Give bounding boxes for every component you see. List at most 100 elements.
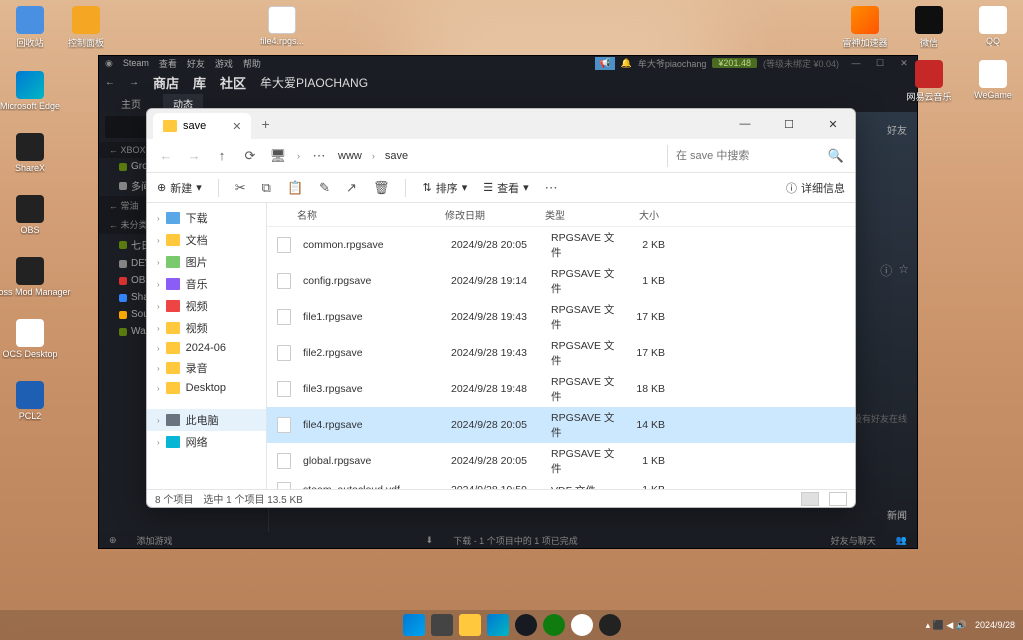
- search-icon[interactable]: 🔍: [827, 148, 845, 164]
- breadcrumb-www[interactable]: www: [338, 150, 362, 162]
- steam-user-badge[interactable]: 📢 🔔 牟大爷piaochang ¥201.48 (等级未绑定 ¥0.04): [595, 57, 839, 70]
- breadcrumb-save[interactable]: save: [385, 150, 408, 162]
- col-type[interactable]: 类型: [537, 207, 617, 222]
- info-icon[interactable]: ⓘ: [880, 262, 892, 279]
- maximize-button[interactable]: ☐: [873, 58, 887, 69]
- desktop-icon[interactable]: 网易云音乐: [907, 60, 951, 103]
- file-row[interactable]: file3.rpgsave2024/9/28 19:48RPGSAVE 文件18…: [267, 371, 855, 407]
- new-button[interactable]: ⊕新建▾: [157, 180, 202, 196]
- taskbar-xbox[interactable]: [543, 614, 565, 636]
- back-button[interactable]: ←: [105, 77, 115, 88]
- nav-item[interactable]: ›网络: [147, 431, 266, 453]
- steam-menu-friends[interactable]: 好友: [187, 57, 205, 70]
- steam-menu-steam[interactable]: Steam: [123, 58, 149, 68]
- forward-button[interactable]: →: [129, 77, 139, 88]
- desktop-icon[interactable]: OBS: [8, 195, 52, 235]
- taskbar-edge[interactable]: [487, 614, 509, 636]
- nav-store[interactable]: 商店: [153, 73, 179, 92]
- nav-username[interactable]: 牟大爱PIAOCHANG: [260, 74, 368, 91]
- desktop-icon[interactable]: Microsoft Edge: [8, 71, 52, 111]
- file-row[interactable]: file4.rpgsave2024/9/28 20:05RPGSAVE 文件14…: [267, 407, 855, 443]
- taskbar-app[interactable]: [571, 614, 593, 636]
- file-row[interactable]: config.rpgsave2024/9/28 19:14RPGSAVE 文件1…: [267, 263, 855, 299]
- cut-icon[interactable]: ✂: [235, 180, 246, 196]
- view-list-button[interactable]: [801, 492, 819, 506]
- file-row[interactable]: file1.rpgsave2024/9/28 19:43RPGSAVE 文件17…: [267, 299, 855, 335]
- taskbar-explorer[interactable]: [459, 614, 481, 636]
- desktop-icon[interactable]: PCL2: [8, 381, 52, 421]
- nav-community[interactable]: 社区: [220, 73, 246, 92]
- file-icon: [277, 482, 291, 489]
- downloads-link[interactable]: 下载 - 1 个项目中的 1 项已完成: [453, 534, 578, 547]
- view-grid-button[interactable]: [829, 492, 847, 506]
- friends-icon[interactable]: 👥: [896, 535, 907, 546]
- desktop-loose-file[interactable]: file4.rpgs...: [260, 6, 304, 46]
- steam-menu-games[interactable]: 游戏: [215, 57, 233, 70]
- desktop-icon[interactable]: QQ: [971, 6, 1015, 49]
- share-icon[interactable]: ↗: [346, 180, 357, 196]
- details-button[interactable]: ⓘ详细信息: [786, 180, 845, 196]
- view-button[interactable]: ☰查看▾: [483, 180, 528, 196]
- more-icon[interactable]: ⋯: [545, 180, 558, 196]
- star-icon[interactable]: ☆: [898, 262, 909, 279]
- file-row[interactable]: steam_autocloud.vdf2024/9/28 19:59VDF 文件…: [267, 479, 855, 489]
- paste-icon[interactable]: 📋: [287, 180, 303, 196]
- nav-item[interactable]: ›Desktop: [147, 379, 266, 397]
- col-size[interactable]: 大小: [617, 207, 667, 222]
- minimize-button[interactable]: —: [849, 58, 863, 68]
- explorer-tab[interactable]: save ✕: [153, 113, 251, 139]
- rename-icon[interactable]: ✎: [319, 180, 330, 196]
- system-tray[interactable]: ▴ ⬛ ◀ 🔊 2024/9/28: [926, 620, 1015, 631]
- nav-item[interactable]: ›文档: [147, 229, 266, 251]
- delete-icon[interactable]: 🗑: [373, 180, 390, 196]
- notification-icon[interactable]: 🔔: [621, 58, 632, 69]
- file-row[interactable]: global.rpgsave2024/9/28 20:05RPGSAVE 文件1…: [267, 443, 855, 479]
- nav-item[interactable]: ›2024-06: [147, 339, 266, 357]
- steam-menu-help[interactable]: 帮助: [243, 57, 261, 70]
- taskbar-steam[interactable]: [515, 614, 537, 636]
- maximize-button[interactable]: ☐: [767, 118, 811, 131]
- nav-library[interactable]: 库: [193, 73, 206, 92]
- desktop-icon[interactable]: 雷神加速器: [843, 6, 887, 49]
- taskbar-app[interactable]: [599, 614, 621, 636]
- back-button[interactable]: ←: [157, 148, 175, 163]
- up-button[interactable]: ↑: [213, 148, 231, 163]
- minimize-button[interactable]: —: [723, 118, 767, 130]
- taskbar-search[interactable]: [431, 614, 453, 636]
- subnav-home[interactable]: 主页: [111, 94, 151, 113]
- desktop-icon[interactable]: 控制面板: [64, 6, 108, 49]
- nav-item[interactable]: ›图片: [147, 251, 266, 273]
- refresh-button[interactable]: ⟳: [241, 148, 259, 164]
- add-game-link[interactable]: 添加游戏: [137, 534, 173, 547]
- desktop-icon[interactable]: ShareX: [8, 133, 52, 173]
- desktop-icon[interactable]: OCS Desktop: [8, 319, 52, 359]
- desktop-icon[interactable]: WeGame: [971, 60, 1015, 103]
- col-date[interactable]: 修改日期: [437, 207, 537, 222]
- file-row[interactable]: file2.rpgsave2024/9/28 19:43RPGSAVE 文件17…: [267, 335, 855, 371]
- nav-item[interactable]: ›录音: [147, 357, 266, 379]
- nav-item[interactable]: ›音乐: [147, 273, 266, 295]
- nav-item[interactable]: ›下载: [147, 207, 266, 229]
- new-tab-button[interactable]: +: [261, 116, 269, 132]
- tab-close-icon[interactable]: ✕: [232, 120, 241, 133]
- start-button[interactable]: [403, 614, 425, 636]
- col-name[interactable]: 名称: [267, 207, 437, 222]
- desktop-icon[interactable]: Gloss Mod Manager: [8, 257, 52, 297]
- nav-item[interactable]: ›视频: [147, 295, 266, 317]
- sort-button[interactable]: ⇅排序▾: [422, 180, 467, 196]
- file-row[interactable]: common.rpgsave2024/9/28 20:05RPGSAVE 文件2…: [267, 227, 855, 263]
- pc-icon[interactable]: 🖥: [269, 148, 287, 164]
- forward-button[interactable]: →: [185, 148, 203, 163]
- desktop-icon[interactable]: 微信: [907, 6, 951, 49]
- search-input[interactable]: [667, 145, 817, 167]
- friends-chat-link[interactable]: 好友与聊天: [831, 534, 876, 547]
- copy-icon[interactable]: ⧉: [262, 180, 271, 196]
- more-button[interactable]: ⋯: [310, 148, 328, 164]
- nav-item[interactable]: ›此电脑: [147, 409, 266, 431]
- desktop-icon[interactable]: 回收站: [8, 6, 52, 49]
- steam-menu-view[interactable]: 查看: [159, 57, 177, 70]
- close-button[interactable]: ✕: [811, 118, 855, 131]
- nav-item[interactable]: ›视频: [147, 317, 266, 339]
- tray-icons[interactable]: ▴ ⬛ ◀ 🔊: [926, 620, 967, 631]
- announcement-icon[interactable]: 📢: [595, 57, 614, 70]
